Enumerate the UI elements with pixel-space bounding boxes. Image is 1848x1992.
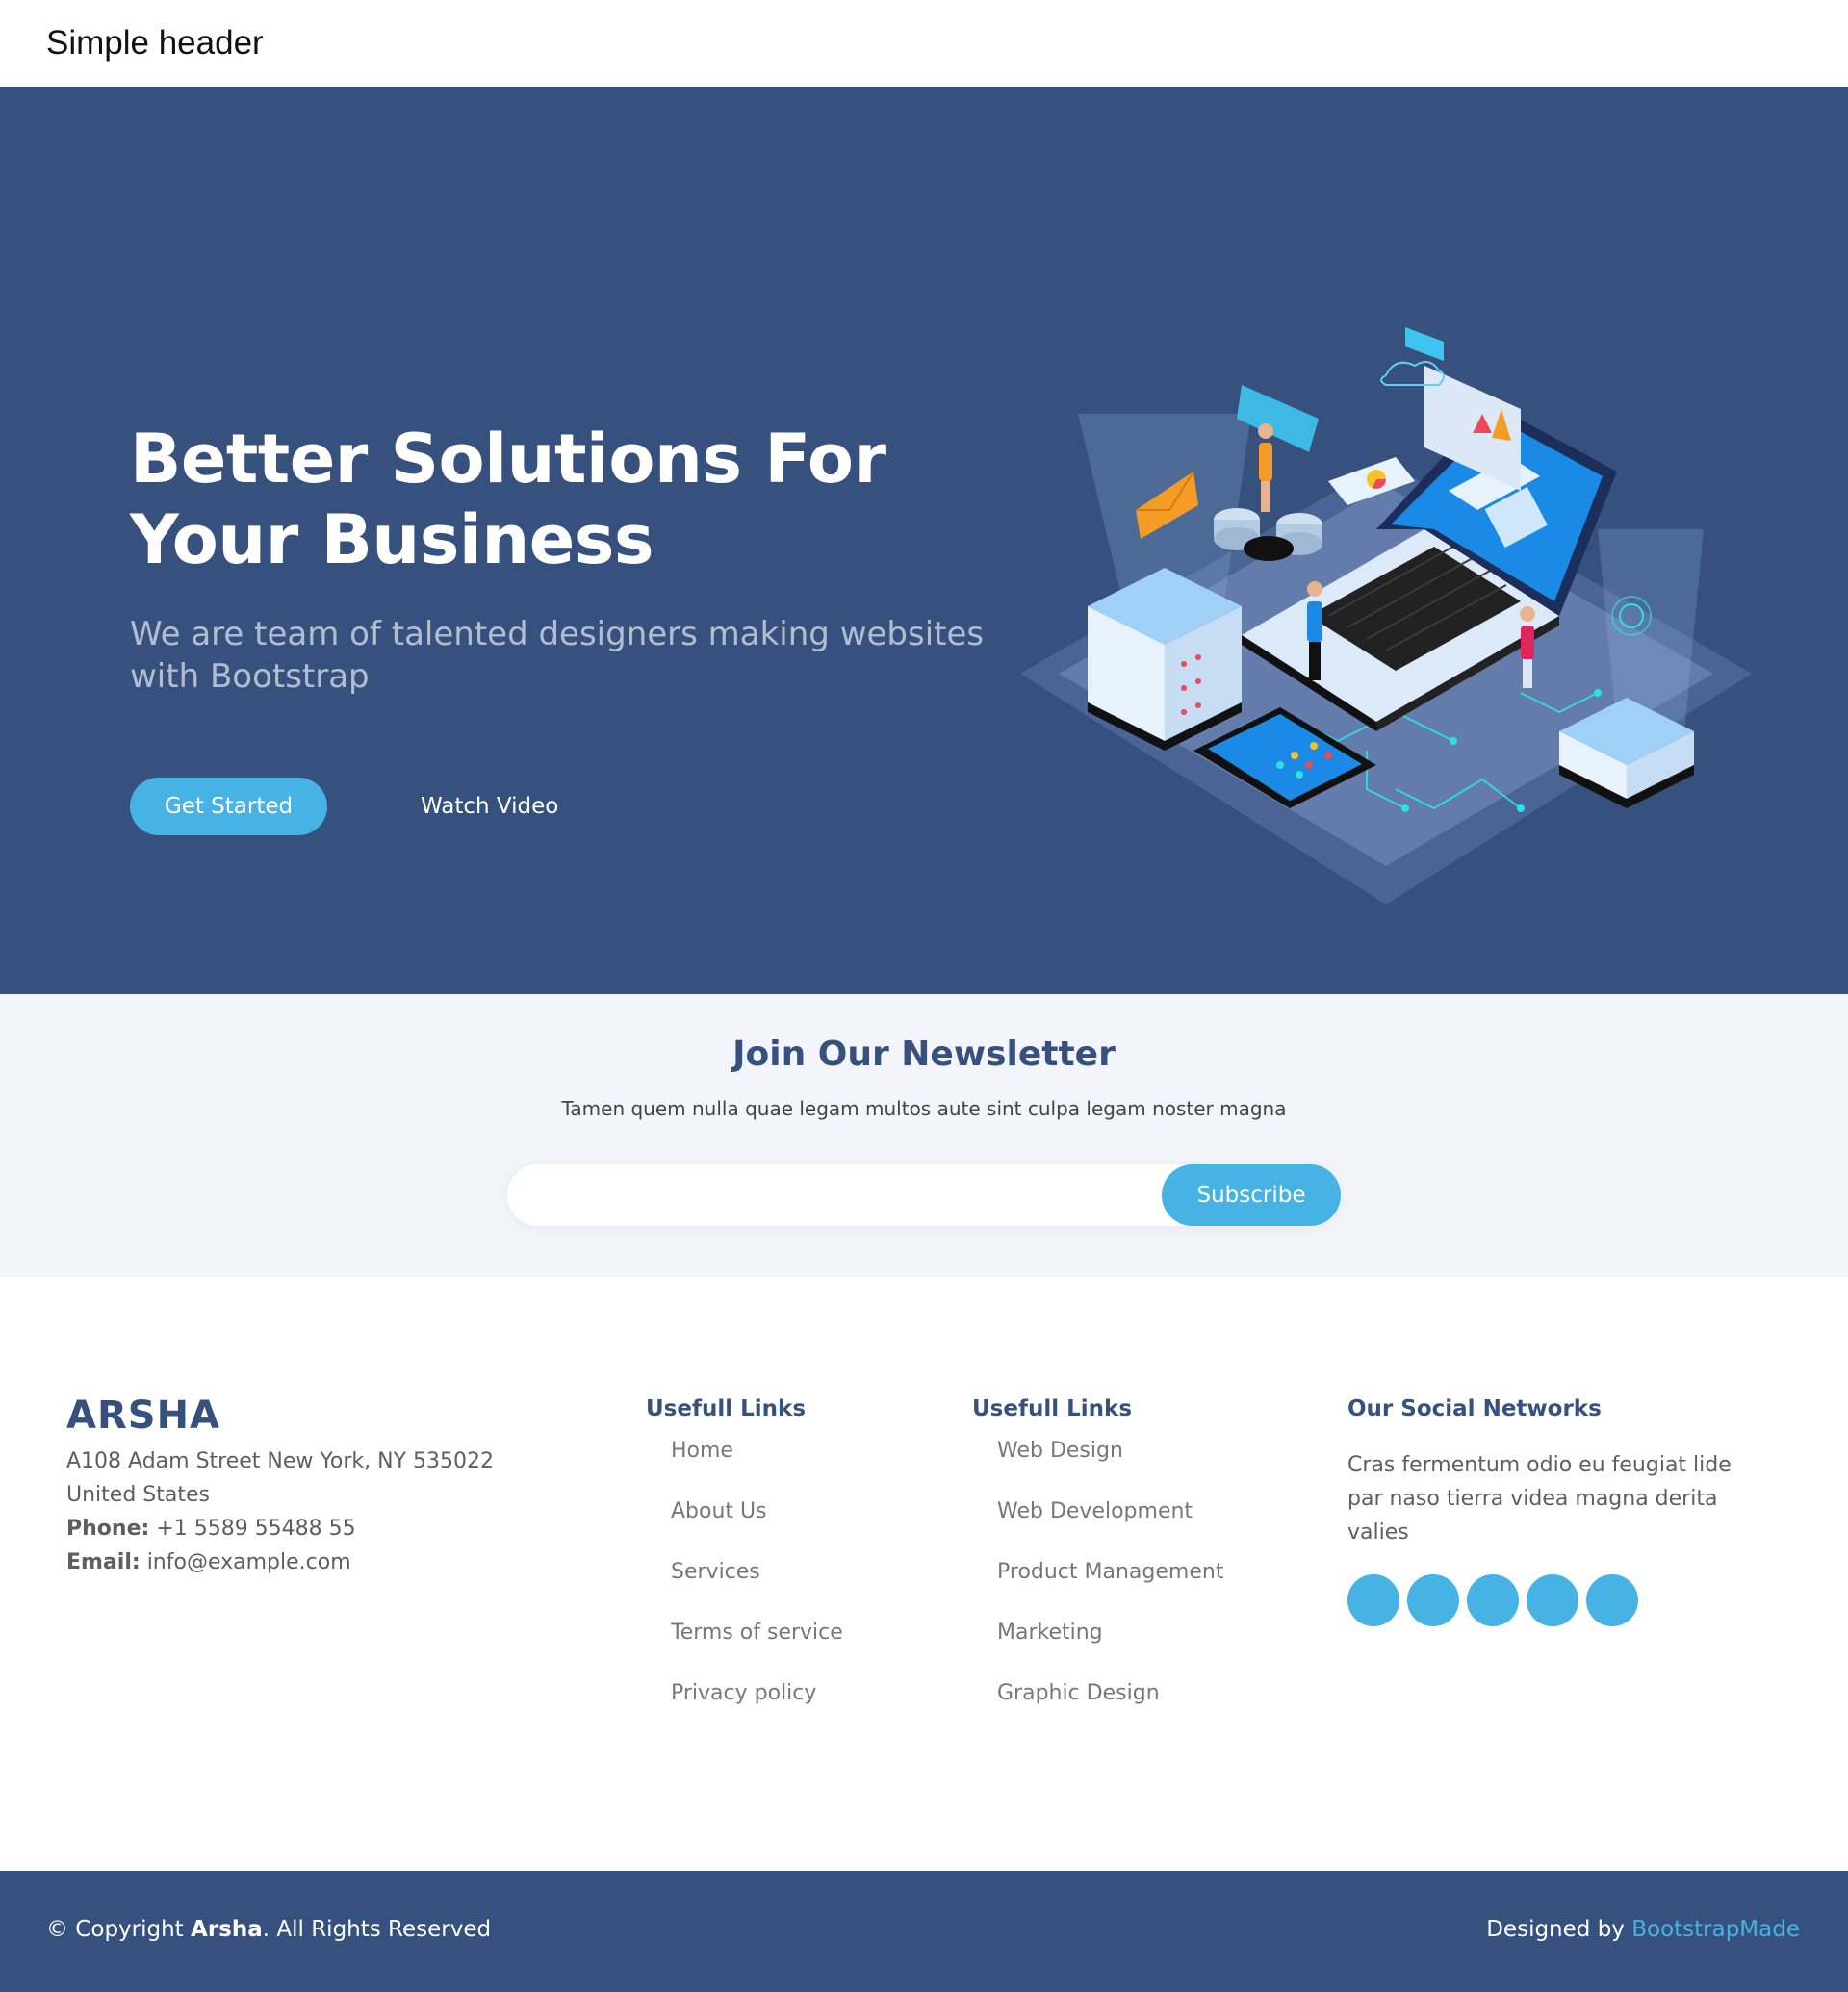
- copyright-brand: Arsha: [191, 1917, 263, 1942]
- email-value: info@example.com: [146, 1550, 351, 1574]
- footer-social-title: Our Social Networks: [1348, 1396, 1602, 1421]
- subscribe-button[interactable]: Subscribe: [1162, 1164, 1341, 1226]
- address-line-2: United States: [66, 1483, 210, 1507]
- footer-links-2-title: Usefull Links: [972, 1396, 1133, 1421]
- hero-text: Better Solutions For Your Business We ar…: [130, 419, 1015, 698]
- newsletter-email-input[interactable]: [507, 1164, 1162, 1226]
- hero-section: Better Solutions For Your Business We ar…: [0, 87, 1848, 994]
- copyright-prefix: © Copyright: [46, 1917, 192, 1942]
- footer-top: ARSHA A108 Adam Street New York, NY 5350…: [0, 1277, 1848, 1871]
- social-icon-4[interactable]: [1527, 1574, 1578, 1626]
- footer-link-about-us[interactable]: About Us: [671, 1497, 843, 1558]
- email-line: Email: info@example.com: [66, 1545, 494, 1579]
- footer-links-2: Usefull Links Web Design Web Development…: [972, 1394, 1223, 1740]
- phone-value: +1 5589 55488 55: [156, 1517, 356, 1541]
- copyright-suffix: . All Rights Reserved: [262, 1917, 492, 1942]
- social-icon-3[interactable]: [1467, 1574, 1519, 1626]
- social-icon-2[interactable]: [1407, 1574, 1459, 1626]
- social-icon-1[interactable]: [1348, 1574, 1399, 1626]
- newsletter-text: Tamen quem nulla quae legam multos aute …: [561, 1097, 1287, 1120]
- hero-actions: Get Started Watch Video: [130, 778, 558, 835]
- footer-contact: ARSHA A108 Adam Street New York, NY 5350…: [66, 1394, 494, 1579]
- newsletter-title: Join Our Newsletter: [732, 1034, 1116, 1074]
- footer-link-home[interactable]: Home: [671, 1437, 843, 1497]
- footer-links-1-title: Usefull Links: [646, 1396, 807, 1421]
- footer-links-1: Usefull Links Home About Us Services Ter…: [646, 1394, 843, 1740]
- get-started-button[interactable]: Get Started: [130, 778, 327, 835]
- footer-bottom: © Copyright Arsha. All Rights Reserved D…: [0, 1871, 1848, 1992]
- footer-link-web-development[interactable]: Web Development: [997, 1497, 1223, 1558]
- hero-subtitle: We are team of talented designers making…: [130, 615, 985, 696]
- footer-link-privacy[interactable]: Privacy policy: [671, 1679, 843, 1740]
- hero-title: Better Solutions For Your Business: [130, 420, 886, 579]
- site-header: Simple header: [0, 0, 1848, 87]
- hero-illustration-image: [1020, 327, 1752, 905]
- footer-social: Our Social Networks Cras fermentum odio …: [1348, 1394, 1771, 1626]
- newsletter-form: Subscribe: [507, 1164, 1341, 1226]
- social-icon-5[interactable]: [1586, 1574, 1638, 1626]
- footer-link-product-management[interactable]: Product Management: [997, 1558, 1223, 1619]
- footer-link-marketing[interactable]: Marketing: [997, 1619, 1223, 1679]
- footer-link-terms[interactable]: Terms of service: [671, 1619, 843, 1679]
- phone-label: Phone:: [66, 1517, 150, 1541]
- header-title: Simple header: [46, 24, 264, 62]
- designer-link[interactable]: BootstrapMade: [1631, 1917, 1800, 1942]
- address-line-1: A108 Adam Street New York, NY 535022: [66, 1449, 495, 1473]
- copyright: © Copyright Arsha. All Rights Reserved: [46, 1917, 491, 1942]
- footer-link-services[interactable]: Services: [671, 1558, 843, 1619]
- phone-line: Phone: +1 5589 55488 55: [66, 1512, 494, 1545]
- footer-brand: ARSHA: [66, 1393, 220, 1438]
- credits: Designed by BootstrapMade: [1486, 1917, 1800, 1942]
- footer-link-web-design[interactable]: Web Design: [997, 1437, 1223, 1497]
- social-links: [1348, 1574, 1771, 1626]
- watch-video-link[interactable]: Watch Video: [421, 794, 558, 819]
- designed-by-label: Designed by: [1486, 1917, 1632, 1942]
- email-label: Email:: [66, 1550, 141, 1574]
- newsletter-section: Join Our Newsletter Tamen quem nulla qua…: [0, 994, 1848, 1277]
- footer-social-text: Cras fermentum odio eu feugiat lide par …: [1348, 1453, 1732, 1545]
- footer-link-graphic-design[interactable]: Graphic Design: [997, 1679, 1223, 1740]
